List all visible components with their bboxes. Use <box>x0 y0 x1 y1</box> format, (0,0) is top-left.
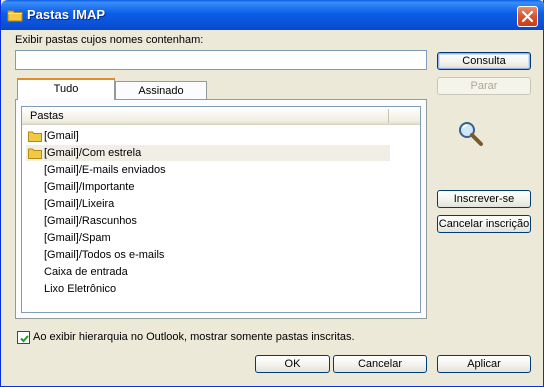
list-item-label: [Gmail]/Spam <box>44 232 111 244</box>
list-item-label: [Gmail] <box>44 130 79 142</box>
inscrever-button[interactable]: Inscrever-se <box>437 190 531 208</box>
show-subscribed-checkbox[interactable] <box>17 331 30 344</box>
list-item[interactable]: [Gmail]/Rascunhos <box>26 213 390 229</box>
list-item[interactable]: [Gmail]/Lixeira <box>26 196 390 212</box>
list-item-label: Caixa de entrada <box>44 266 128 278</box>
cancel-button[interactable]: Cancelar <box>333 355 427 373</box>
checkmark-icon <box>20 335 29 343</box>
consulta-button[interactable]: Consulta <box>437 52 531 70</box>
list-item[interactable]: [Gmail] <box>26 128 390 144</box>
parar-button[interactable]: Parar <box>437 77 531 95</box>
close-button[interactable] <box>517 6 538 27</box>
title-bar[interactable]: Pastas IMAP <box>1 0 544 30</box>
folder-icon <box>7 8 23 22</box>
column-pastas[interactable]: Pastas <box>30 110 64 122</box>
list-item[interactable]: [Gmail]/Todos os e-mails <box>26 247 390 263</box>
list-column-header[interactable]: Pastas <box>22 107 420 125</box>
folder-list[interactable]: Pastas [Gmail] [Gmail]/Com estrela [Gmai… <box>21 106 421 313</box>
list-item[interactable]: Lixo Eletrônico <box>26 281 390 297</box>
filter-label: Exibir pastas cujos nomes contenham: <box>15 34 204 46</box>
list-item-label: Lixo Eletrônico <box>44 283 117 295</box>
list-item-label: [Gmail]/E-mails enviados <box>44 164 166 176</box>
column-divider[interactable] <box>388 109 389 123</box>
list-item[interactable]: [Gmail]/Importante <box>26 179 390 195</box>
list-item-label: [Gmail]/Importante <box>44 181 135 193</box>
apply-button[interactable]: Aplicar <box>437 355 531 373</box>
cancelar-inscricao-button[interactable]: Cancelar inscrição <box>437 215 531 233</box>
imap-folders-dialog: Pastas IMAP Exibir pastas cujos nomes co… <box>0 0 544 387</box>
list-item[interactable]: [Gmail]/E-mails enviados <box>26 162 390 178</box>
filter-input[interactable] <box>15 50 427 70</box>
magnifier-icon <box>457 120 485 148</box>
ok-button[interactable]: OK <box>255 355 330 373</box>
list-item-label: [Gmail]/Todos os e-mails <box>44 249 165 261</box>
tab-assinado[interactable]: Assinado <box>115 81 207 101</box>
window-title: Pastas IMAP <box>27 7 106 22</box>
folder-icon <box>28 131 42 142</box>
show-subscribed-label[interactable]: Ao exibir hierarquia no Outlook, mostrar… <box>33 331 355 343</box>
list-item-label: [Gmail]/Lixeira <box>44 198 115 210</box>
folder-icon <box>28 148 42 159</box>
close-icon <box>521 10 534 23</box>
list-item[interactable]: Caixa de entrada <box>26 264 390 280</box>
list-item-label: [Gmail]/Com estrela <box>44 147 142 159</box>
list-item-label: [Gmail]/Rascunhos <box>44 215 137 227</box>
list-item[interactable]: [Gmail]/Spam <box>26 230 390 246</box>
list-item[interactable]: [Gmail]/Com estrela <box>26 145 390 161</box>
tab-tudo[interactable]: Tudo <box>17 78 115 100</box>
